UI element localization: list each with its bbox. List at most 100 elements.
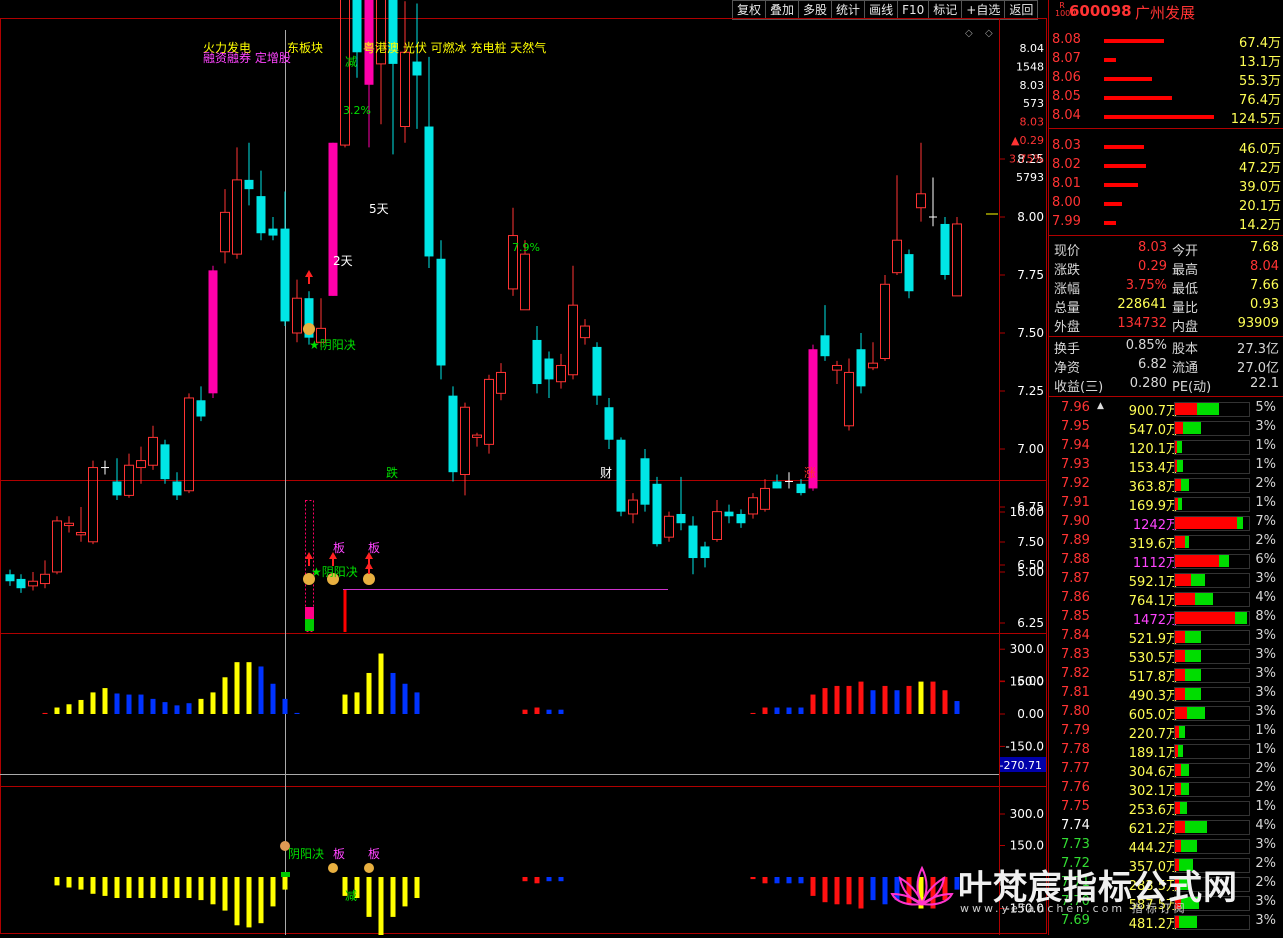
price-level-row[interactable]: 7.81 490.3万 3% xyxy=(1049,684,1283,704)
level-percent: 2% xyxy=(1255,476,1276,491)
level-buy-bar xyxy=(1175,669,1185,681)
level-price: 7.83 xyxy=(1061,647,1090,662)
quote-value: 7.68 xyxy=(1250,240,1279,255)
sub2-bar xyxy=(870,690,876,714)
price-level-row[interactable]: 7.79 220.7万 1% xyxy=(1049,722,1283,742)
stock-code[interactable]: 600098 xyxy=(1069,2,1132,20)
buy-volume: 47.2万 xyxy=(1239,161,1281,176)
candle-body xyxy=(472,434,482,438)
signal-reduce-label: 减 xyxy=(345,55,357,69)
level-price: 7.91 xyxy=(1061,495,1090,510)
sub3-bar xyxy=(810,877,816,896)
level-buy-bar xyxy=(1175,612,1235,624)
sub2-bar xyxy=(378,653,384,714)
price-level-row[interactable]: 7.86 764.1万 4% xyxy=(1049,589,1283,609)
candle-15 xyxy=(184,393,194,494)
sub2-bar xyxy=(858,681,864,714)
price-level-row[interactable]: 7.92 363.8万 2% xyxy=(1049,475,1283,495)
fundamental-divider xyxy=(1049,396,1283,397)
buy-level-1[interactable]: 8.03 46.0万 xyxy=(1049,137,1283,157)
price-level-row[interactable]: 7.74 621.2万 4% xyxy=(1049,817,1283,837)
price-level-row[interactable]: 7.95 547.0万 3% xyxy=(1049,418,1283,438)
sell-price: 8.05 xyxy=(1052,89,1081,104)
candle-45 xyxy=(544,351,554,398)
price-level-row[interactable]: 7.80 605.0万 3% xyxy=(1049,703,1283,723)
candle-body xyxy=(208,270,218,394)
price-readout-2: 8.03 xyxy=(1020,79,1045,92)
price-level-row[interactable]: 7.83 530.5万 3% xyxy=(1049,646,1283,666)
sub1-up-arrow-icon-2 xyxy=(365,562,373,574)
level-buy-bar xyxy=(1175,631,1185,643)
sub3-bar xyxy=(186,877,192,898)
buy-level-5[interactable]: 7.99 14.2万 xyxy=(1049,213,1283,233)
level-sell-bar xyxy=(1183,422,1201,434)
price-level-row[interactable]: 7.76 302.1万 2% xyxy=(1049,779,1283,799)
buy-level-2[interactable]: 8.02 47.2万 xyxy=(1049,156,1283,176)
candle-28 xyxy=(340,0,350,148)
candle-body xyxy=(568,304,578,376)
watermark: 叶梵宸指标公式网 www.yefanchen.com 指标订阅 xyxy=(890,860,1260,920)
candle-19 xyxy=(232,147,242,259)
candle-body xyxy=(244,179,254,190)
price-level-row[interactable]: 7.78 189.1万 1% xyxy=(1049,741,1283,761)
fundamental-value: 22.1 xyxy=(1250,376,1279,391)
price-level-row[interactable]: 7.84 521.9万 3% xyxy=(1049,627,1283,647)
sub3-bar xyxy=(846,877,852,905)
price-level-row[interactable]: 7.89 319.6万 2% xyxy=(1049,532,1283,552)
sub3-bar xyxy=(198,877,204,901)
sub3-bar xyxy=(798,877,804,884)
price-level-row[interactable]: 7.82 517.8万 3% xyxy=(1049,665,1283,685)
sub3-bar xyxy=(138,877,144,898)
sell-level-4[interactable]: 8.07 13.1万 xyxy=(1049,50,1283,70)
level-price: 7.95 xyxy=(1061,419,1090,434)
candle-body xyxy=(484,378,494,445)
level-percent: 4% xyxy=(1255,818,1276,833)
price-level-row[interactable]: 7.88 1112万 6% xyxy=(1049,551,1283,571)
candle-62 xyxy=(748,493,758,519)
price-level-row[interactable]: 7.91 169.9万 1% xyxy=(1049,494,1283,514)
candle-body xyxy=(520,253,530,311)
sell-level-5[interactable]: 8.08 67.4万 xyxy=(1049,31,1283,51)
candle-8 xyxy=(101,460,109,475)
price-level-row[interactable]: 7.73 444.2万 3% xyxy=(1049,836,1283,856)
price-level-row[interactable]: 7.93 153.4万 1% xyxy=(1049,456,1283,476)
level-buy-bar xyxy=(1175,821,1185,833)
signal-pct-label-2: 7.9% xyxy=(512,241,540,254)
price-level-row[interactable]: 7.96 ▲ 900.7万 5% xyxy=(1049,399,1283,419)
sub2-bar xyxy=(150,698,156,714)
level-percent: 2% xyxy=(1255,761,1276,776)
price-level-row[interactable]: 7.77 304.6万 2% xyxy=(1049,760,1283,780)
price-level-row[interactable]: 7.90 1242万 7% xyxy=(1049,513,1283,533)
sub3-bar xyxy=(522,877,528,882)
price-level-row[interactable]: 7.75 253.6万 1% xyxy=(1049,798,1283,818)
candle-10 xyxy=(124,453,134,498)
sell-level-2[interactable]: 8.05 76.4万 xyxy=(1049,88,1283,108)
price-level-row[interactable]: 7.94 120.1万 1% xyxy=(1049,437,1283,457)
sub2-bar xyxy=(918,681,924,714)
kline-chart-area[interactable]: ◇ ◇ 8.25 8.00 7.75 7.50 7.25 7.00 6.75 6.50 6.25 6.… xyxy=(0,0,1047,936)
limit-up-label: 板 xyxy=(333,541,345,555)
price-level-row[interactable]: 7.85 1472万 8% xyxy=(1049,608,1283,628)
fundamental-label: PE(动) xyxy=(1172,380,1212,395)
level-volume: 1472万 xyxy=(1132,613,1179,628)
buy-level-4[interactable]: 8.00 20.1万 xyxy=(1049,194,1283,214)
sub3-bar xyxy=(834,877,840,905)
candle-54 xyxy=(652,476,662,547)
price-level-row[interactable]: 7.87 592.1万 3% xyxy=(1049,570,1283,590)
kline-chart[interactable]: ◇ ◇8.258.007.757.507.257.006.756.506.256.… xyxy=(0,0,1047,936)
sell-level-1[interactable]: 8.04 124.5万 xyxy=(1049,107,1283,127)
fundamental-value: 27.3亿 xyxy=(1237,342,1279,357)
sub2-bar xyxy=(402,683,408,714)
fundamental-label: 股本 xyxy=(1172,342,1199,357)
sell-level-3[interactable]: 8.06 55.3万 xyxy=(1049,69,1283,89)
sub2-bar xyxy=(882,685,888,714)
level-buy-bar xyxy=(1175,707,1187,719)
stock-name[interactable]: 广州发展 xyxy=(1135,2,1195,23)
level-volume: 189.1万 xyxy=(1128,746,1179,761)
rating-badge: R 1000 xyxy=(1055,1,1076,18)
price-readout-0: 8.04 xyxy=(1020,42,1045,55)
stock-header: R 1000 600098 广州发展 xyxy=(1049,0,1283,23)
buy-level-3[interactable]: 8.01 39.0万 xyxy=(1049,175,1283,195)
sub3-yinyang-label: 阴阳决 xyxy=(288,847,324,861)
candle-body xyxy=(832,364,842,371)
